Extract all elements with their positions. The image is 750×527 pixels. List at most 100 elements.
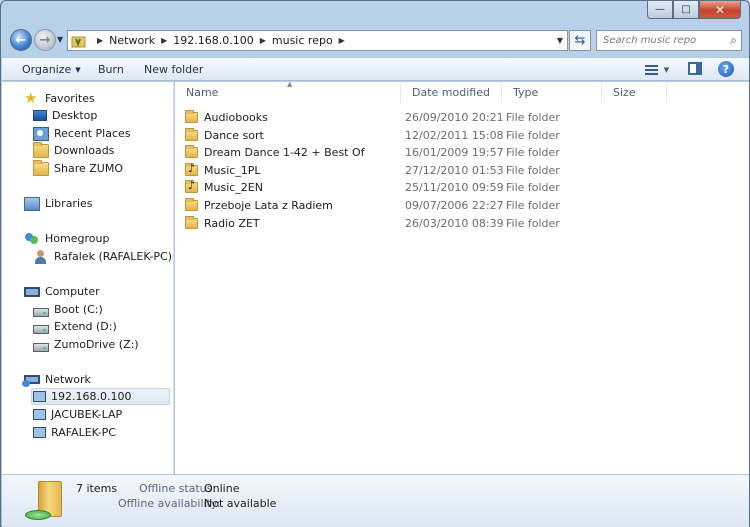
sort-ascending-icon: ▲	[287, 80, 293, 88]
folder-icon	[185, 198, 198, 211]
drive-icon	[33, 325, 49, 334]
folder-icon	[185, 110, 198, 123]
folder-icon	[33, 159, 49, 176]
sidebar-item-rafalek[interactable]: Rafalek (RAFALEK-PC)	[33, 248, 172, 265]
file-list: ▲ Name Date modified Type Size Audiobooks…	[175, 80, 749, 474]
sidebar-item-desktop[interactable]: Desktop	[33, 107, 97, 124]
sidebar-favorites[interactable]: Favorites	[24, 89, 95, 107]
computer-icon	[24, 286, 40, 297]
network-computer-icon	[33, 391, 46, 402]
sidebar-item-extend-d[interactable]: Extend (D:)	[33, 318, 117, 335]
close-button[interactable]: ✕	[699, 1, 741, 19]
network-icon	[22, 375, 40, 387]
sidebar-libraries[interactable]: Libraries	[24, 195, 93, 212]
details-pane: 7 items Offline status: Online Offline a…	[2, 474, 749, 527]
crumb-host[interactable]: 192.168.0.100	[173, 34, 253, 47]
item-count: 7 items	[76, 482, 118, 495]
navigation-pane: Favorites Desktop Recent Places Download…	[2, 82, 174, 474]
column-header-name[interactable]: ▲ Name	[175, 80, 401, 103]
arrow-right-icon: →	[39, 32, 51, 48]
sidebar-item-label: Homegroup	[45, 232, 110, 245]
file-type: File folder	[506, 216, 560, 230]
music-folder-icon	[185, 179, 198, 194]
network-drive-icon	[33, 343, 49, 352]
search-box[interactable]: ⌕	[596, 30, 742, 51]
address-dropdown-icon[interactable]: ▼	[557, 36, 563, 45]
file-name: Dance sort	[204, 128, 264, 142]
back-button[interactable]: ←	[10, 29, 32, 51]
caption-buttons: — □ ✕	[647, 1, 741, 19]
folder-icon	[185, 215, 198, 229]
user-icon	[33, 249, 49, 264]
file-date-modified: 25/11/2010 09:59	[405, 181, 504, 195]
file-name: Audiobooks	[204, 111, 268, 124]
sidebar-item-label: Computer	[45, 285, 100, 298]
sidebar-item-rafalek-pc[interactable]: RAFALEK-PC	[33, 424, 116, 441]
crumb-music-repo[interactable]: music repo	[272, 34, 333, 47]
recent-places-icon	[33, 126, 49, 141]
preview-pane-button[interactable]	[688, 62, 702, 75]
file-date-modified: 09/07/2006 22:27	[405, 199, 504, 212]
column-header-date-modified[interactable]: Date modified	[401, 83, 502, 103]
help-button[interactable]: ?	[718, 61, 734, 77]
file-name: Przeboje Lata z Radiem	[204, 199, 333, 212]
sidebar-item-label: Network	[45, 373, 91, 386]
file-type: File folder	[506, 163, 560, 177]
sidebar-item-label: Favorites	[45, 92, 95, 105]
arrow-left-icon: ←	[15, 32, 27, 48]
sidebar-item-zumodrive-z[interactable]: ZumoDrive (Z:)	[33, 336, 139, 353]
drive-icon	[33, 308, 49, 317]
chevron-down-icon: ▼	[663, 65, 670, 74]
recent-pages-dropdown[interactable]: ▼	[57, 35, 63, 44]
sidebar-item-downloads[interactable]: Downloads	[33, 141, 114, 159]
organize-button[interactable]: Organize ▼	[22, 63, 81, 76]
sidebar-item-label: Desktop	[52, 109, 98, 122]
file-name: Music_1PL	[204, 163, 261, 177]
sidebar-item-share-zumo[interactable]: Share ZUMO	[33, 159, 123, 177]
column-header-size[interactable]: Size	[602, 83, 667, 103]
maximize-button[interactable]: □	[673, 1, 699, 19]
file-date-modified: 27/12/2010 01:53	[405, 163, 504, 177]
crumb-network[interactable]: Network	[109, 34, 155, 47]
crumb-separator-icon[interactable]: ▶	[161, 36, 167, 45]
music-folder-icon	[185, 162, 198, 176]
downloads-folder-icon	[33, 141, 49, 158]
sidebar-homegroup[interactable]: Homegroup	[24, 230, 109, 247]
desktop-icon	[33, 110, 47, 121]
crumb-separator-icon[interactable]: ▶	[97, 36, 103, 45]
sidebar-item-label: Boot (C:)	[54, 303, 103, 316]
minimize-button[interactable]: —	[647, 1, 673, 19]
search-icon[interactable]: ⌕	[730, 33, 737, 48]
column-header-type[interactable]: Type	[502, 83, 602, 103]
sidebar-item-192-168-0-100[interactable]: 192.168.0.100	[31, 388, 170, 405]
file-name: Music_2EN	[204, 181, 263, 195]
chevron-down-icon: ▼	[75, 66, 81, 74]
column-header-label: Name	[186, 86, 219, 99]
sidebar-network[interactable]: Network	[22, 371, 91, 388]
network-computer-icon	[33, 409, 46, 420]
file-type: File folder	[506, 181, 560, 195]
sidebar-item-boot-c[interactable]: Boot (C:)	[33, 301, 103, 318]
refresh-icon: ⇆	[574, 33, 586, 48]
sidebar-computer[interactable]: Computer	[24, 283, 100, 300]
new-folder-button[interactable]: New folder	[144, 63, 203, 76]
sidebar-item-label: 192.168.0.100	[51, 390, 132, 403]
sidebar-item-jacubek-lap[interactable]: JACUBEK-LAP	[33, 406, 122, 423]
sidebar-item-label: Extend (D:)	[54, 320, 117, 333]
change-view-button[interactable]: ▼	[639, 61, 675, 78]
refresh-button[interactable]: ⇆	[569, 30, 591, 51]
address-bar[interactable]: ▶ Network ▶ 192.168.0.100 ▶ music repo ▶…	[67, 30, 568, 51]
sidebar-item-label: Libraries	[45, 197, 93, 210]
explorer-window: — □ ✕ ← → ▼ ▶ Network ▶ 192.168.0.100 ▶ …	[0, 0, 750, 527]
sidebar-item-recent-places[interactable]: Recent Places	[33, 125, 131, 142]
search-input[interactable]	[603, 35, 721, 46]
sidebar-item-label: JACUBEK-LAP	[51, 408, 123, 421]
burn-button[interactable]: Burn	[98, 63, 124, 76]
network-folder-icon	[71, 34, 87, 48]
crumb-separator-icon[interactable]: ▶	[260, 36, 266, 45]
crumb-separator-icon[interactable]: ▶	[339, 36, 345, 45]
homegroup-icon	[24, 232, 40, 246]
forward-button[interactable]: →	[34, 29, 56, 51]
network-computer-icon	[33, 427, 46, 438]
file-name: Dream Dance 1-42 + Best Of	[204, 146, 365, 160]
